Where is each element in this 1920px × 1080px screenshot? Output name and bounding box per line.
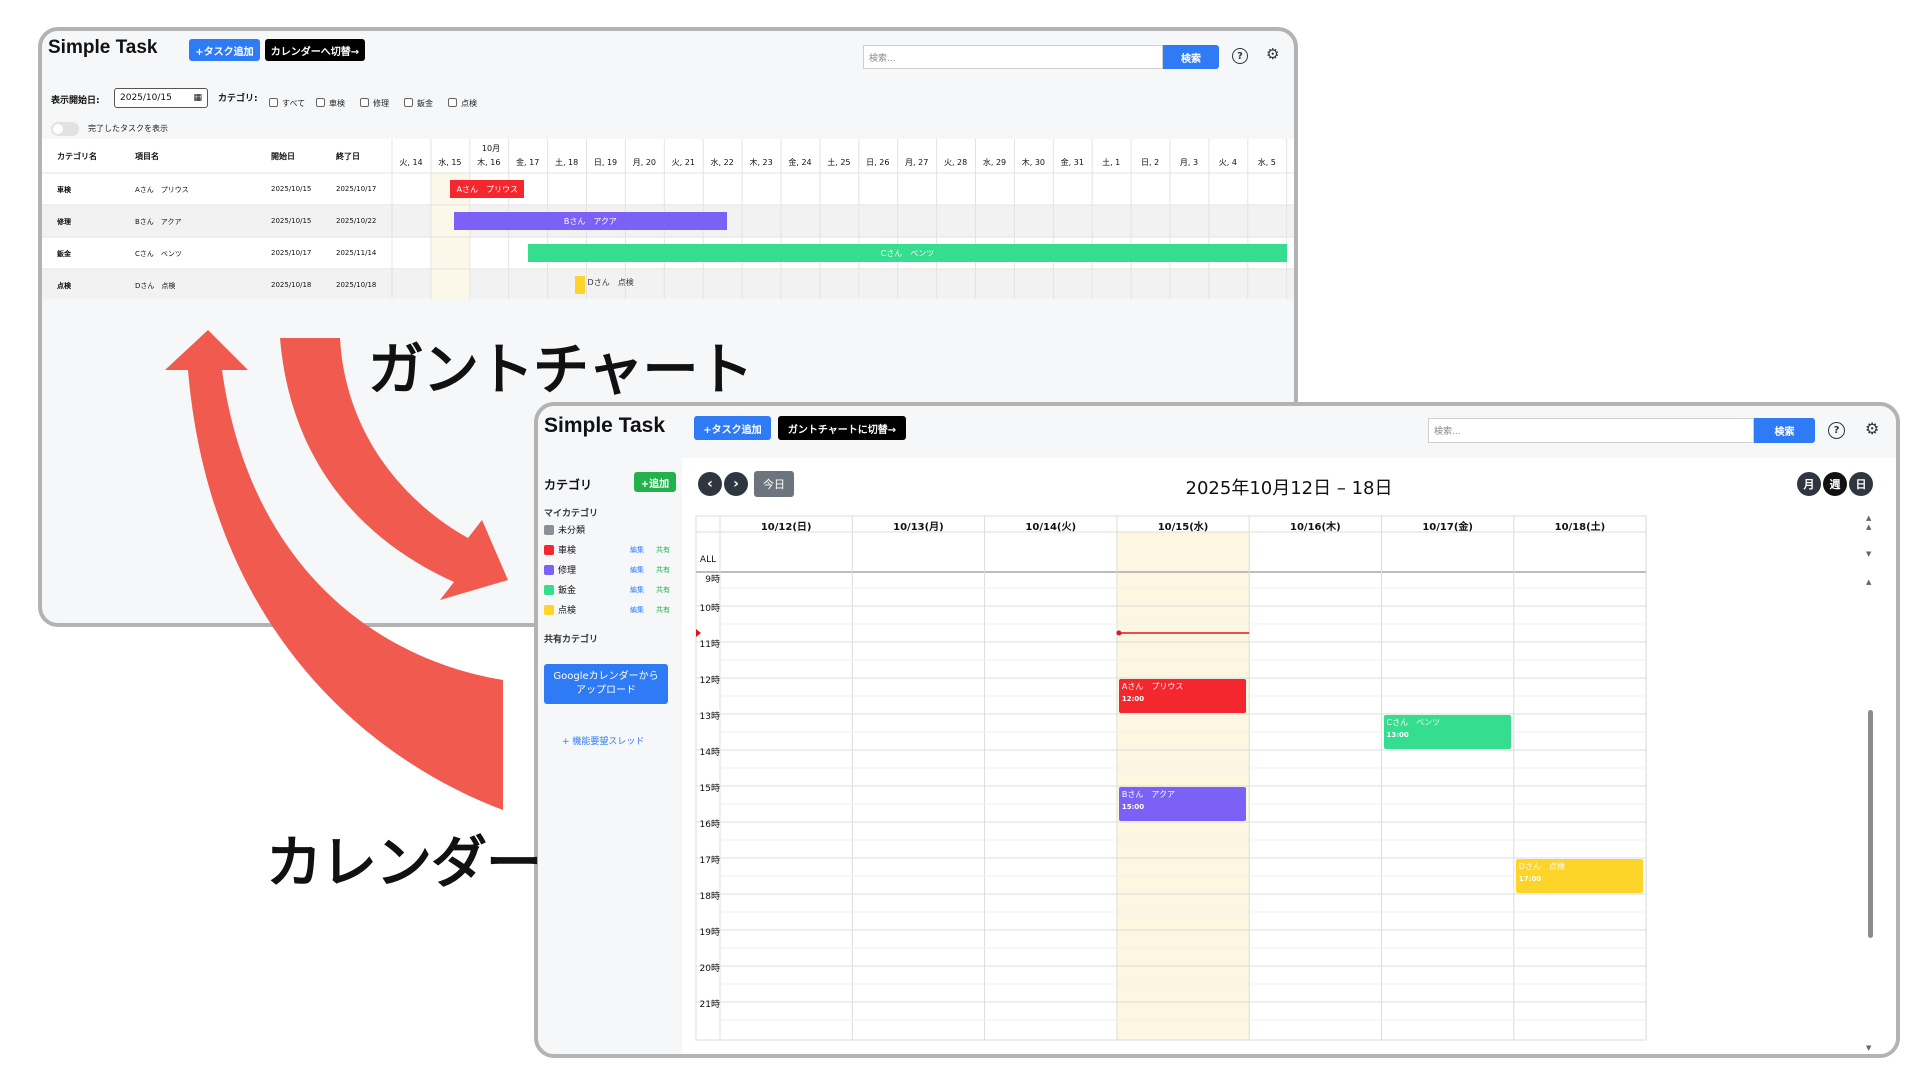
arrows-overlay [165, 330, 508, 810]
gantt-caption: ガントチャート [368, 338, 753, 403]
calendar-caption: カレンダー [266, 831, 542, 896]
